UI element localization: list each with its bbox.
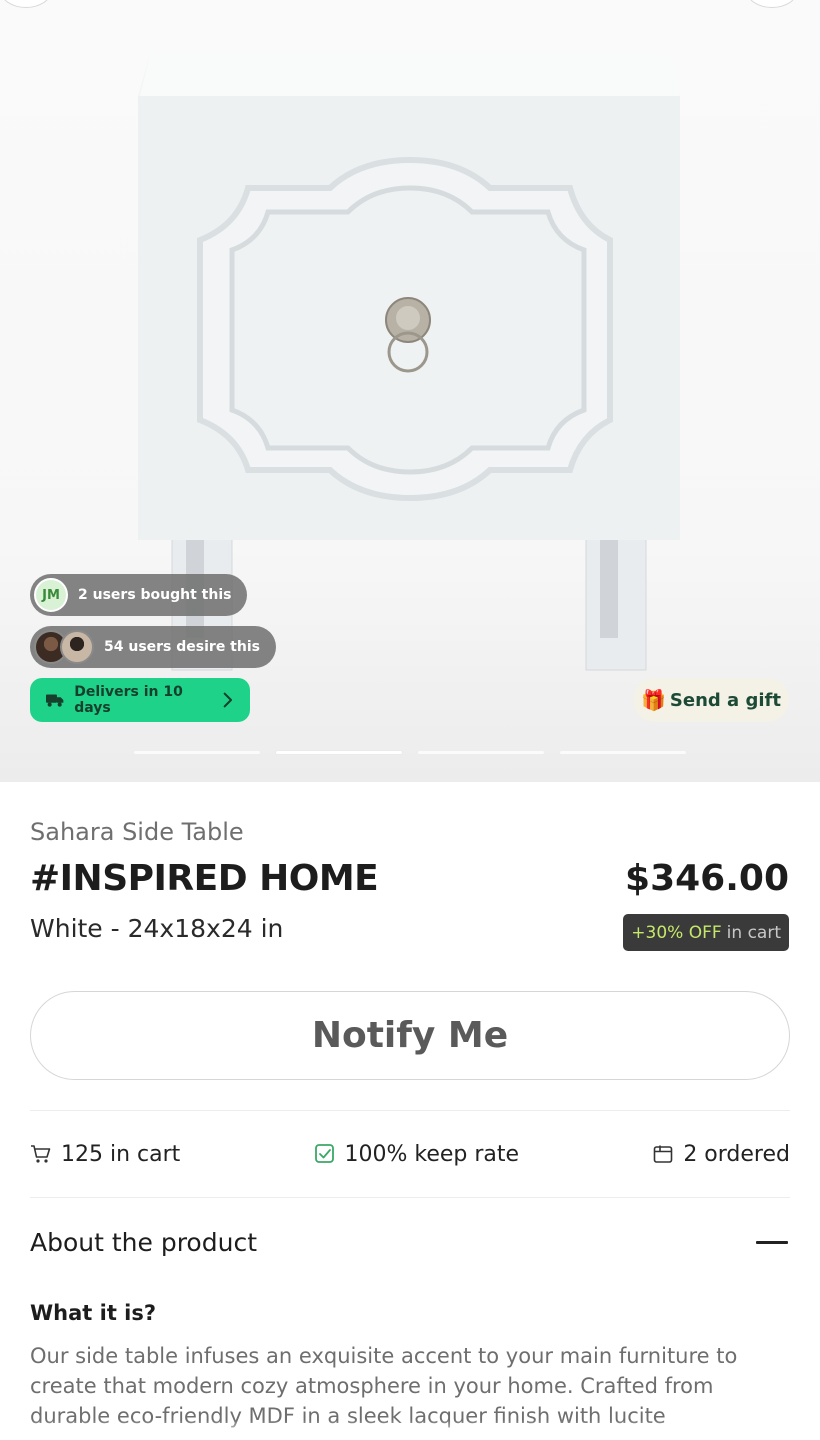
stat-in-cart: 125 in cart (30, 1142, 180, 1167)
send-gift-button[interactable]: 🎁 Send a gift (633, 678, 789, 722)
avatar: JM (34, 578, 68, 612)
carousel-dot[interactable] (418, 751, 544, 754)
carousel-dot[interactable] (134, 751, 260, 754)
truck-icon (46, 694, 64, 707)
divider (30, 1110, 790, 1111)
product-price: $346.00 (625, 858, 789, 899)
product-name: Sahara Side Table (30, 818, 244, 846)
users-desire-chip[interactable]: 54 users desire this (30, 626, 276, 668)
what-it-is-heading: What it is? (30, 1301, 157, 1325)
carousel-dot[interactable] (560, 751, 686, 754)
stat-keep-rate-label: 100% keep rate (344, 1141, 520, 1167)
carousel-dot-active[interactable] (276, 751, 402, 754)
about-section-title[interactable]: About the product (30, 1228, 257, 1257)
carousel-pager (134, 751, 686, 754)
send-gift-label: Send a gift (669, 689, 781, 711)
discount-suffix: in cart (726, 922, 781, 943)
product-variant[interactable]: White - 24x18x24 in (30, 914, 283, 943)
product-stats: 125 in cart 100% keep rate 2 ordered (30, 1136, 790, 1172)
discount-percent: +30% OFF (631, 922, 722, 943)
product-description: Our side table infuses an exquisite acce… (30, 1344, 738, 1428)
delivery-button[interactable]: Delivers in 10 days (30, 678, 250, 722)
users-desire-label: 54 users desire this (104, 639, 260, 655)
users-bought-chip[interactable]: JM 2 users bought this (30, 574, 248, 616)
chevron-right-icon (223, 692, 233, 708)
check-square-icon (314, 1144, 334, 1163)
users-bought-label: 2 users bought this (78, 587, 232, 603)
avatar (60, 630, 94, 664)
brand-name[interactable]: #INSPIRED HOME (30, 858, 379, 899)
stat-keep-rate: 100% keep rate (314, 1141, 520, 1167)
minus-icon[interactable] (756, 1241, 788, 1244)
cart-icon (31, 1145, 51, 1163)
divider (30, 1197, 790, 1198)
delivery-label: Delivers in 10 days (74, 684, 183, 716)
stat-in-cart-label: 125 in cart (61, 1141, 181, 1167)
gift-icon: 🎁 (641, 688, 666, 712)
avatar-stack (34, 630, 94, 664)
discount-badge: +30% OFF in cart (623, 914, 789, 951)
product-image-carousel[interactable]: JM 2 users bought this 54 users desire t… (0, 0, 820, 782)
notify-me-button[interactable]: Notify Me (30, 991, 790, 1080)
stat-ordered-label: 2 ordered (683, 1141, 790, 1167)
stat-ordered: 2 ordered (652, 1142, 790, 1167)
box-icon (654, 1145, 673, 1163)
scroll-fade (0, 1420, 820, 1440)
